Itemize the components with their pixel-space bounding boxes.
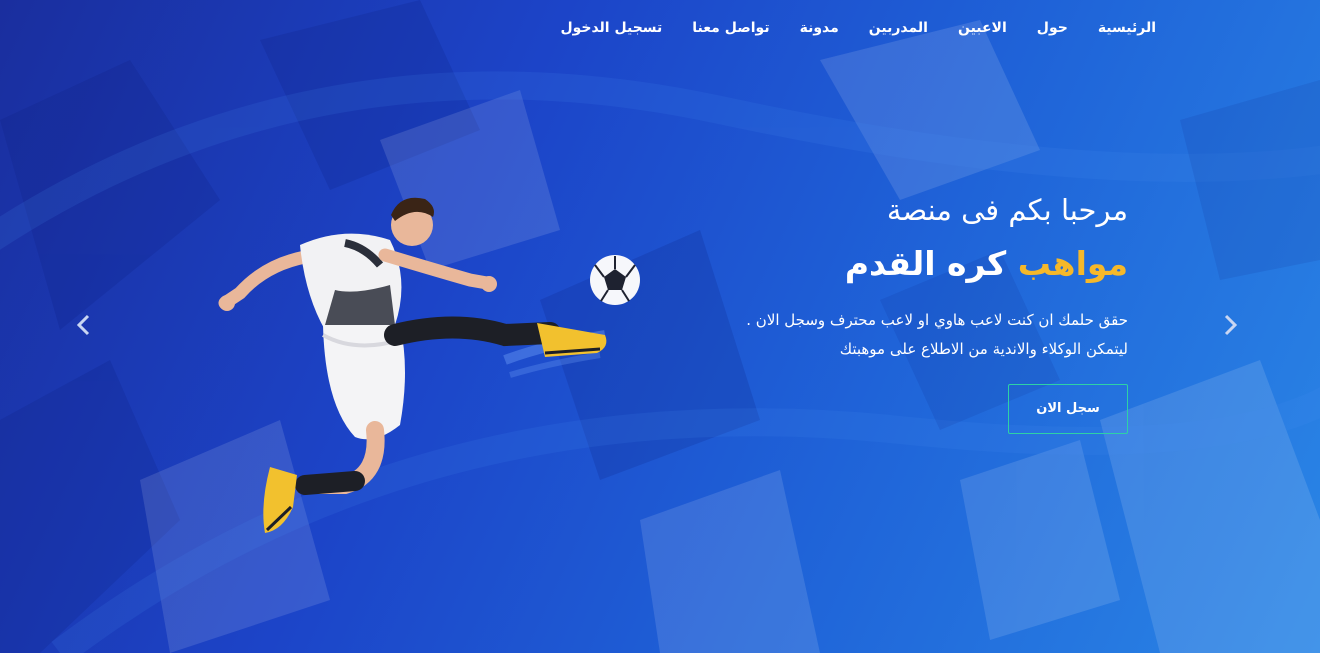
chevron-right-icon — [1224, 314, 1238, 336]
nav-item-coaches[interactable]: المدربين — [854, 18, 943, 38]
carousel-prev-button[interactable] — [72, 312, 96, 338]
nav-item-about[interactable]: حول — [1022, 18, 1083, 38]
nav-item-blog[interactable]: مدونة — [785, 18, 854, 38]
hero-section: الرئيسية حول الاعبين المدربين مدونة تواص… — [0, 0, 1320, 653]
hero-description: حقق حلمك ان كنت لاعب هاوي او لاعب محترف … — [648, 306, 1128, 364]
hero-title-accent: مواهب — [1017, 244, 1128, 283]
nav-item-players[interactable]: الاعبين — [943, 18, 1022, 38]
nav-item-contact[interactable]: تواصل معنا — [677, 18, 784, 38]
hero-description-line-1: حقق حلمك ان كنت لاعب هاوي او لاعب محترف … — [746, 311, 1128, 329]
hero-description-line-2: ليتمكن الوكلاء والاندية من الاطلاع على م… — [839, 340, 1128, 358]
main-nav: الرئيسية حول الاعبين المدربين مدونة تواص… — [545, 18, 1156, 38]
nav-item-login[interactable]: تسجيل الدخول — [545, 18, 677, 38]
hero-content: مرحبا بكم فى منصة مواهب كره القدم حقق حل… — [648, 190, 1128, 434]
hero-title-rest: كره القدم — [844, 244, 1007, 283]
player-image — [218, 197, 640, 533]
carousel-next-button[interactable] — [1218, 312, 1242, 338]
hero-title: مواهب كره القدم — [648, 238, 1128, 290]
chevron-left-icon — [76, 314, 90, 336]
register-now-button[interactable]: سجل الان — [1008, 384, 1128, 434]
hero-subtitle: مرحبا بكم فى منصة — [886, 193, 1128, 227]
nav-item-home[interactable]: الرئيسية — [1083, 18, 1156, 38]
